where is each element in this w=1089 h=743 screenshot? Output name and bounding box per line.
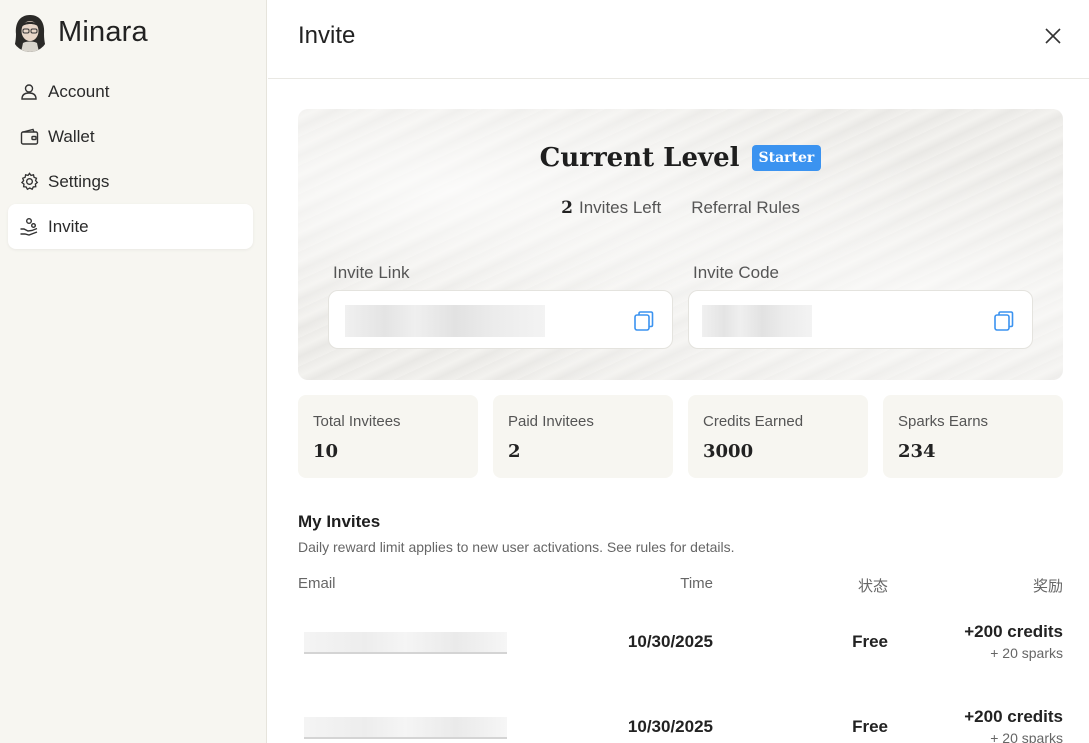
table-row: 10/30/2025 Free +200 credits + 20 sparks xyxy=(298,620,1063,680)
stat-value: 3000 xyxy=(703,441,754,462)
stat-card: Sparks Earns 234 xyxy=(883,395,1063,478)
stat-value: 234 xyxy=(898,441,936,462)
redacted-code xyxy=(702,305,812,337)
copy-icon xyxy=(634,311,654,331)
copy-code-button[interactable] xyxy=(992,309,1016,333)
stat-value: 2 xyxy=(508,441,521,462)
level-badge: Starter xyxy=(751,145,822,171)
user-icon xyxy=(19,82,39,102)
stat-label: Paid Invitees xyxy=(508,413,594,430)
my-invites-title: My Invites xyxy=(298,512,381,531)
stat-card: Paid Invitees 2 xyxy=(493,395,673,478)
page-title: Invite xyxy=(298,22,356,49)
avatar xyxy=(11,12,49,52)
sidebar-item-label: Account xyxy=(48,81,110,101)
invite-status: Free xyxy=(852,717,888,736)
sidebar-item-label: Invite xyxy=(48,216,89,236)
reward-sparks: + 20 sparks xyxy=(990,645,1063,661)
reward-credits: +200 credits xyxy=(964,707,1063,726)
invite-link-field[interactable] xyxy=(328,290,673,349)
level-subinfo: 2 Invites Left Referral Rules xyxy=(298,198,1063,218)
stat-label: Sparks Earns xyxy=(898,413,989,430)
stat-card: Credits Earned 3000 xyxy=(688,395,868,478)
close-button[interactable] xyxy=(1043,26,1063,46)
copy-icon xyxy=(994,311,1014,331)
column-header-email: Email xyxy=(298,575,336,592)
table-row: 10/30/2025 Free +200 credits + 20 sparks xyxy=(298,705,1063,743)
level-card: Current Level Starter 2 Invites Left Ref… xyxy=(298,109,1063,380)
invite-time: 10/30/2025 xyxy=(627,717,713,736)
my-invites-description: Daily reward limit applies to new user a… xyxy=(298,539,735,555)
brand: Minara xyxy=(11,12,148,52)
redacted-link xyxy=(345,305,545,337)
invite-icon xyxy=(19,217,39,237)
invite-time: 10/30/2025 xyxy=(627,632,713,651)
reward-sparks: + 20 sparks xyxy=(990,730,1063,743)
gear-icon xyxy=(19,172,39,192)
invite-status: Free xyxy=(852,632,888,651)
column-header-reward: 奖励 xyxy=(1032,578,1063,595)
stat-card: Total Invitees 10 xyxy=(298,395,478,478)
invite-panel: Invite Current Level Starter 2 Invites L… xyxy=(268,0,1089,743)
wallet-icon xyxy=(19,127,39,147)
stat-label: Total Invitees xyxy=(313,413,401,430)
sidebar-item-settings[interactable]: Settings xyxy=(8,159,253,204)
level-title: Current Level xyxy=(539,143,740,173)
sidebar-nav: Account Wallet Settings Invite xyxy=(8,69,253,249)
invite-reward: +200 credits + 20 sparks xyxy=(964,622,1063,661)
invite-code-field[interactable] xyxy=(688,290,1033,349)
column-header-status: 状态 xyxy=(857,578,888,595)
sidebar-item-label: Settings xyxy=(48,171,110,191)
copy-link-button[interactable] xyxy=(632,309,656,333)
invites-left-count: 2 xyxy=(561,198,573,218)
column-header-time: Time xyxy=(680,575,713,592)
sidebar-item-wallet[interactable]: Wallet xyxy=(8,114,253,159)
panel-header: Invite xyxy=(268,0,1089,79)
referral-rules-link[interactable]: Referral Rules xyxy=(691,198,800,218)
sidebar: Minara Account Wallet Settings Invite xyxy=(0,0,267,743)
close-icon xyxy=(1045,28,1061,44)
app-name: Minara xyxy=(58,15,148,48)
invite-link-label: Invite Link xyxy=(333,263,410,282)
invite-code-label: Invite Code xyxy=(693,263,779,282)
invite-reward: +200 credits + 20 sparks xyxy=(964,707,1063,743)
sidebar-item-label: Wallet xyxy=(48,126,95,146)
stats-row: Total Invitees 10 Paid Invitees 2 Credit… xyxy=(298,395,1063,478)
stat-label: Credits Earned xyxy=(703,413,804,430)
redacted-email xyxy=(304,632,507,654)
redacted-email xyxy=(304,717,507,739)
sidebar-item-account[interactable]: Account xyxy=(8,69,253,114)
level-header: Current Level Starter xyxy=(298,143,1063,173)
reward-credits: +200 credits xyxy=(964,622,1063,641)
sidebar-item-invite[interactable]: Invite xyxy=(8,204,253,249)
stat-value: 10 xyxy=(313,441,339,462)
invites-left-label: Invites Left xyxy=(578,198,662,217)
